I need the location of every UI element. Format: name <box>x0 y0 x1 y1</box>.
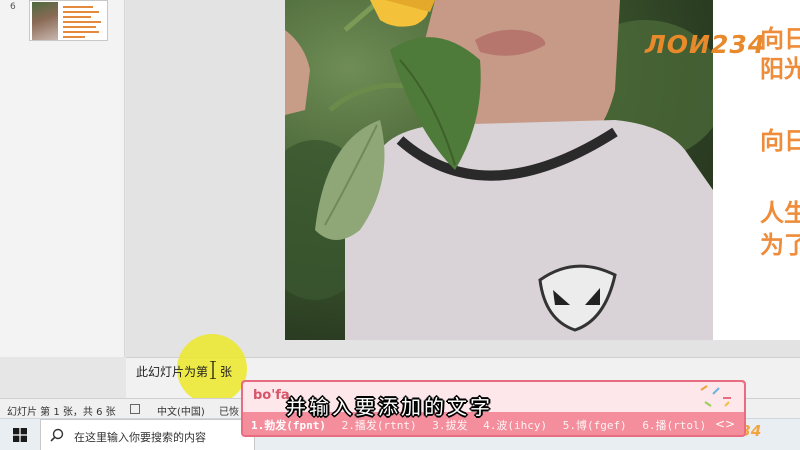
thumbnail-text-line <box>63 26 96 28</box>
ime-page-arrows[interactable]: <> <box>715 417 735 431</box>
slide-text-line: 为了 <box>760 231 800 259</box>
ime-composition-text: bo'fa <box>253 388 290 403</box>
notes-text-before-cursor: 此幻灯片为第 <box>136 365 209 379</box>
taskbar-search-box[interactable]: 在这里输入你要搜索的内容 <box>40 419 255 450</box>
slide-text-line: 阳光 <box>760 55 800 83</box>
slide-thumbnail[interactable] <box>29 0 108 41</box>
video-subtitle: 并输入要添加的文字 <box>286 395 493 419</box>
ime-candidate[interactable]: 6.播(rtol) <box>642 417 706 433</box>
thumbnail-photo <box>32 2 58 40</box>
search-placeholder: 在这里输入你要搜索的内容 <box>74 431 206 444</box>
text-cursor-icon <box>210 361 216 379</box>
thumbnail-text-line <box>63 36 85 38</box>
search-icon <box>50 428 64 442</box>
recovery-status: 已恢 <box>219 407 239 418</box>
notes-text[interactable]: 此幻灯片为第张 <box>136 363 232 380</box>
ime-skin-decoration-icon <box>700 385 731 407</box>
thumbnail-text-line <box>63 21 101 23</box>
thumbnail-text-line <box>63 11 99 13</box>
thumbnail-number: 6 <box>10 2 16 12</box>
slide-thumbnail-pane: 6 <box>0 0 125 357</box>
thumbnail-text-line <box>63 16 91 18</box>
ime-candidate[interactable]: 5.博(fgef) <box>563 417 627 433</box>
slide-text-line: 向日 <box>760 25 800 53</box>
start-button[interactable] <box>0 419 40 450</box>
site-logo: ЛОИ234 <box>645 30 767 59</box>
thumbnail-text-line <box>63 31 99 33</box>
notes-text-after-cursor: 张 <box>220 365 233 379</box>
slide-canvas[interactable]: ЛОИ234 向日 阳光 向日 人生 为了 <box>285 0 800 340</box>
windows-logo-icon <box>13 428 27 442</box>
accessibility-icon[interactable] <box>130 404 140 414</box>
thumbnail-text-line <box>63 6 93 8</box>
slide-text-line: 人生 <box>760 199 800 227</box>
language-indicator[interactable]: 中文(中国) <box>157 403 205 418</box>
slide-counter: 幻灯片 第 1 张，共 6 张 <box>7 407 116 418</box>
slide-text-line: 向日 <box>760 127 800 155</box>
